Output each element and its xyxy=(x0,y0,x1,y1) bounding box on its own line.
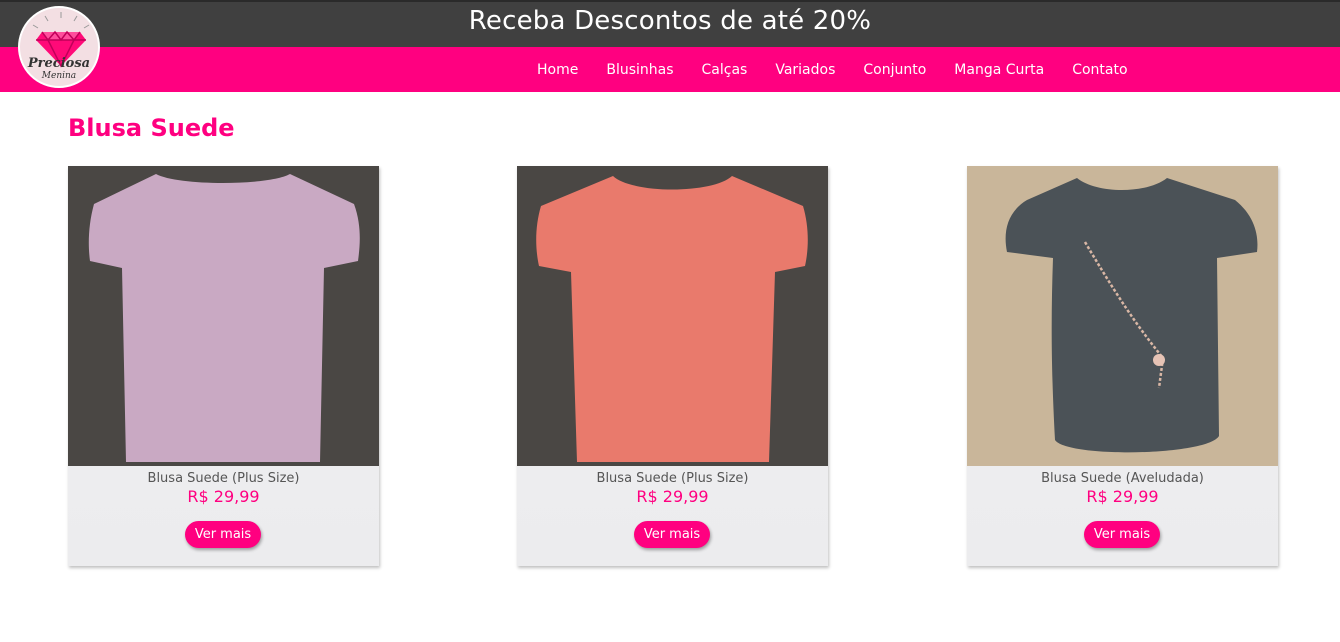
ver-mais-button[interactable]: Ver mais xyxy=(185,521,261,548)
product-name: Blusa Suede (Plus Size) xyxy=(596,471,749,486)
logo-text: Preciosa xyxy=(27,56,91,71)
shirt-shape xyxy=(88,174,360,462)
site-logo[interactable]: Preciosa Menina xyxy=(18,6,100,88)
main-nav: Home Blusinhas Calças Variados Conjunto … xyxy=(537,47,1142,92)
nav-item-conjunto[interactable]: Conjunto xyxy=(863,62,926,78)
logo-subtext: Menina xyxy=(41,71,77,81)
product-name: Blusa Suede (Aveludada) xyxy=(1041,471,1204,486)
product-image[interactable] xyxy=(967,166,1278,466)
nav-item-calcas[interactable]: Calças xyxy=(702,62,748,78)
necklace-pendant xyxy=(1153,354,1165,366)
promo-bar: Receba Descontos de até 20% xyxy=(0,0,1340,47)
section-title: Blusa Suede xyxy=(68,114,235,142)
nav-item-variados[interactable]: Variados xyxy=(775,62,835,78)
product-card: Blusa Suede (Plus Size) R$ 29,99 Ver mai… xyxy=(68,166,379,566)
product-name: Blusa Suede (Plus Size) xyxy=(147,471,300,486)
product-price: R$ 29,99 xyxy=(187,487,260,506)
shirt-shape xyxy=(536,176,808,462)
product-image[interactable] xyxy=(517,166,828,466)
promo-text: Receba Descontos de até 20% xyxy=(468,6,872,36)
nav-item-home[interactable]: Home xyxy=(537,62,578,78)
ver-mais-button[interactable]: Ver mais xyxy=(634,521,710,548)
nav-item-contato[interactable]: Contato xyxy=(1072,62,1127,78)
product-price: R$ 29,99 xyxy=(636,487,709,506)
nav-item-manga-curta[interactable]: Manga Curta xyxy=(954,62,1044,78)
navbar: Home Blusinhas Calças Variados Conjunto … xyxy=(0,47,1340,92)
nav-item-blusinhas[interactable]: Blusinhas xyxy=(606,62,673,78)
product-price: R$ 29,99 xyxy=(1086,487,1159,506)
product-card: Blusa Suede (Aveludada) R$ 29,99 Ver mai… xyxy=(967,166,1278,566)
product-image[interactable] xyxy=(68,166,379,466)
ver-mais-button[interactable]: Ver mais xyxy=(1084,521,1160,548)
product-card: Blusa Suede (Plus Size) R$ 29,99 Ver mai… xyxy=(517,166,828,566)
